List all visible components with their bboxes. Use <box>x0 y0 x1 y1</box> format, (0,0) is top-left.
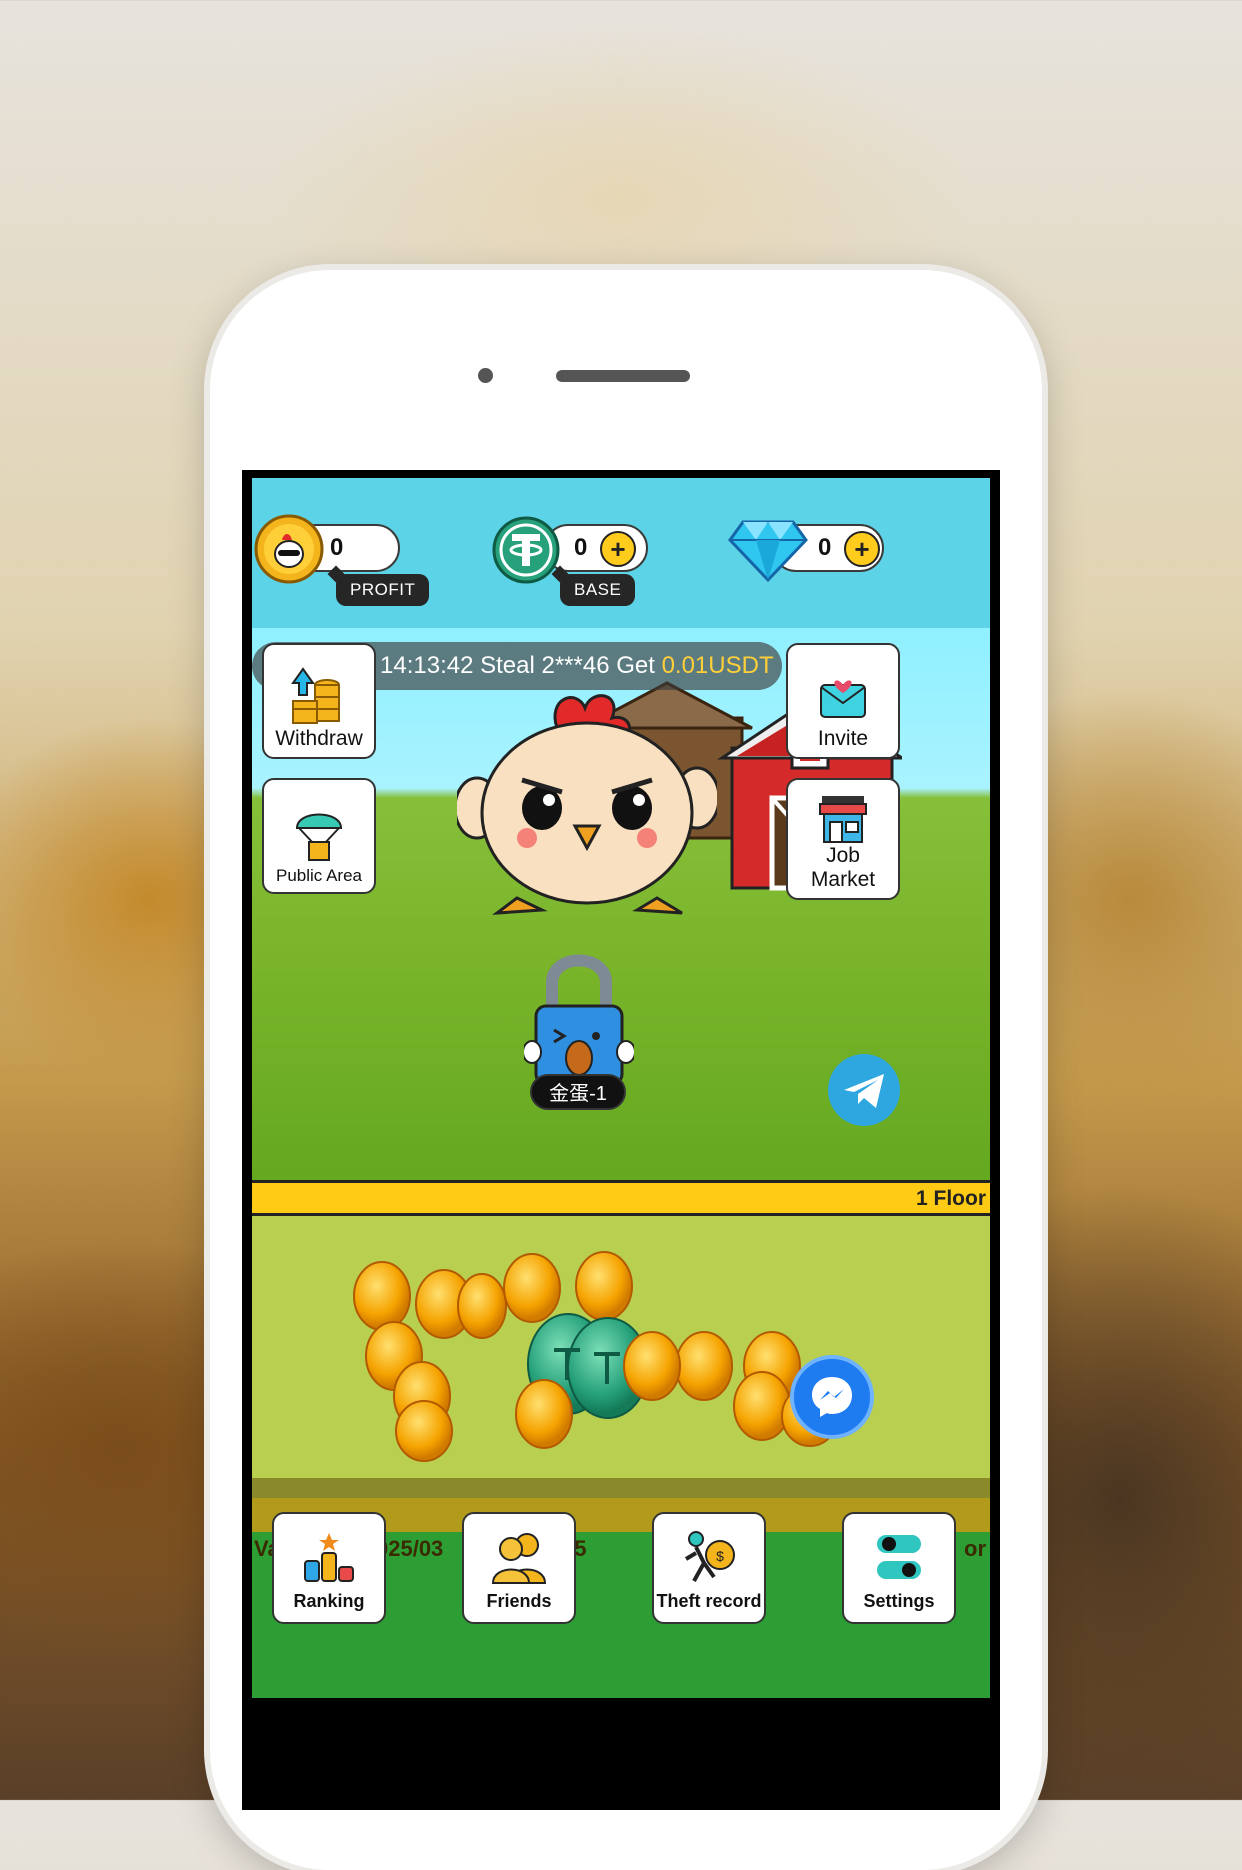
public-area-button[interactable]: Public Area <box>262 778 376 894</box>
ranking-label: Ranking <box>293 1591 365 1611</box>
job-market-button[interactable]: Job Market <box>786 778 900 900</box>
settings-label: Settings <box>863 1591 935 1611</box>
ticker-amount: 0.01USDT <box>661 652 774 679</box>
parachute-icon <box>295 814 343 862</box>
nav-theft-record[interactable]: $ Theft record <box>652 1512 766 1624</box>
profit-tag: PROFIT <box>336 574 430 606</box>
nav-settings[interactable]: Settings <box>842 1512 956 1624</box>
diamond-icon <box>728 520 808 583</box>
public-area-label: Public Area <box>276 866 362 886</box>
egg-area <box>252 1216 990 1478</box>
messenger-button[interactable] <box>790 1355 874 1439</box>
lock-character[interactable] <box>524 948 634 1093</box>
telegram-button[interactable] <box>828 1054 900 1126</box>
diamond-add-button[interactable]: + <box>844 531 880 567</box>
settings-toggle-icon <box>877 1535 921 1579</box>
nav-friends[interactable]: Friends <box>462 1512 576 1624</box>
earpiece-speaker <box>556 370 690 382</box>
invite-button[interactable]: Invite <box>786 643 900 759</box>
base-add-button[interactable]: + <box>600 531 636 567</box>
game-viewport: 3 14:13:42 Steal 2***46 Get 0.01USDT 0 P… <box>252 478 990 1810</box>
egg-pile <box>353 1251 839 1462</box>
friends-label: Friends <box>486 1591 552 1611</box>
ranking-icon <box>304 1533 354 1582</box>
envelope-heart-icon <box>820 680 866 718</box>
floor-label: 1 Floor <box>915 1187 986 1210</box>
friends-icon <box>491 1533 547 1584</box>
thief-icon: $ <box>684 1531 735 1582</box>
floor-bar: 1 Floor <box>252 1180 990 1216</box>
chicken-coin-icon <box>254 514 324 584</box>
divider-strip <box>252 1478 990 1498</box>
invite-label: Invite <box>817 726 869 750</box>
withdraw-label: Withdraw <box>275 726 363 750</box>
messenger-icon <box>812 1377 852 1417</box>
coin-stack-icon <box>291 667 340 724</box>
profit-value: 0 <box>330 534 344 561</box>
front-camera <box>478 368 493 383</box>
diamond-value: 0 <box>818 534 832 561</box>
base-value: 0 <box>574 534 588 561</box>
usdt-icon <box>492 516 560 584</box>
job-market-label: Job Market <box>810 843 876 891</box>
theft-record-label: Theft record <box>656 1591 762 1611</box>
lock-name-badge: 金蛋-1 <box>530 1074 626 1110</box>
game-screen: 3 14:13:42 Steal 2***46 Get 0.01USDT 0 P… <box>242 470 1000 1810</box>
svg-text:$: $ <box>716 1548 724 1564</box>
base-tag: BASE <box>560 574 636 606</box>
nav-ranking[interactable]: Ranking <box>272 1512 386 1624</box>
telegram-icon <box>844 1074 884 1108</box>
withdraw-button[interactable]: Withdraw <box>262 643 376 759</box>
shop-icon <box>819 795 867 843</box>
bottom-ticker-far-right: or <box>964 1536 986 1561</box>
chicken-character <box>457 694 717 915</box>
bottom-ticker-middle: 025/03 <box>376 1536 444 1561</box>
